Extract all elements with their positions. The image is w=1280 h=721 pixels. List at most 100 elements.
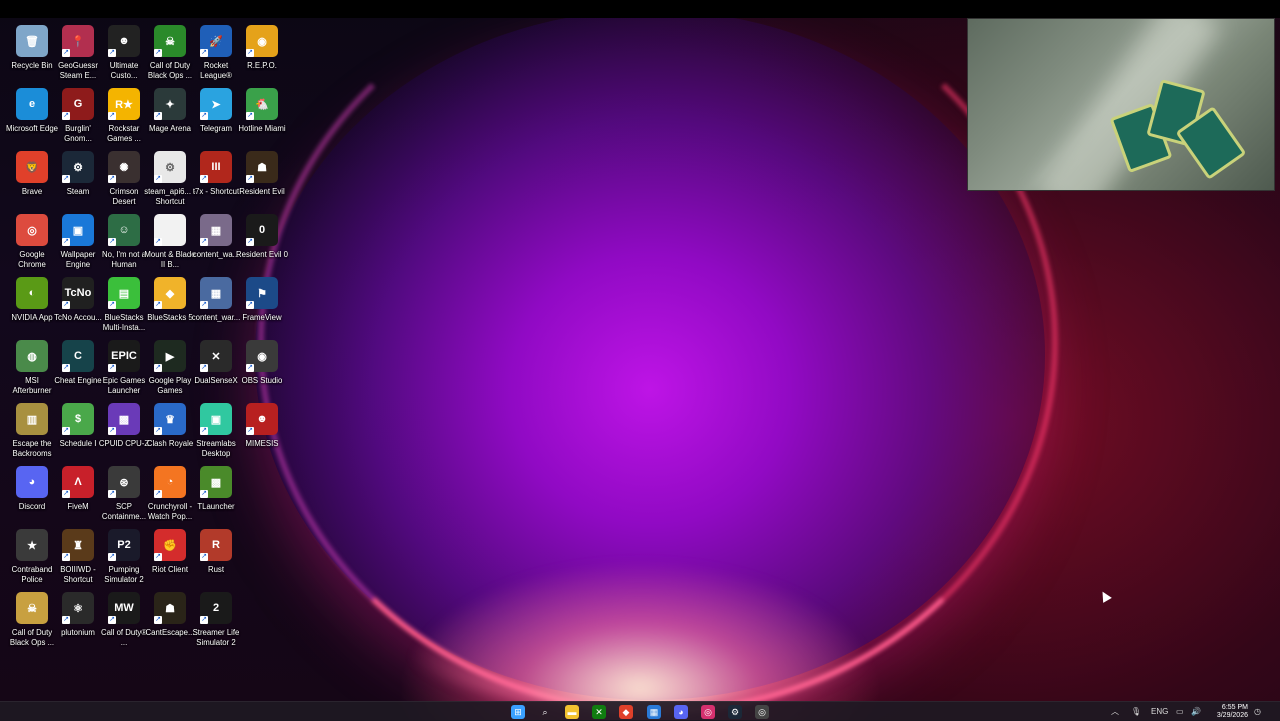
brave-icon: 🦁 (16, 151, 48, 183)
desktop-icon[interactable]: Λ ↗ FiveM (55, 463, 101, 526)
taskbar: ⊞ ⌕ ▬ ✕ ◆ ▦ ◕ ◎ ⚙ ◎ ︿ 🎙 ENG ▭ 🔊 6:55 PM 3/29/2026… (0, 701, 1280, 721)
desktop-icon[interactable]: ▤ ↗ BlueStacks Multi-Insta... (101, 274, 147, 337)
volume-icon[interactable]: 🔊 (1191, 706, 1201, 717)
desktop-icon[interactable]: R ↗ Rust (193, 526, 239, 589)
shortcut-arrow-icon: ↗ (62, 427, 70, 435)
desktop-icon[interactable]: ▦ ↗ content_wa... (193, 211, 239, 274)
desktop-icon[interactable]: ✺ ↗ Crimson Desert (101, 148, 147, 211)
desktop-icon[interactable]: P2 ↗ Pumping Simulator 2 (101, 526, 147, 589)
desktop-icon[interactable]: C ↗ Cheat Engine (54, 337, 102, 400)
shortcut-arrow-icon: ↗ (62, 364, 70, 372)
shortcut-arrow-icon: ↗ (62, 553, 70, 561)
shortcut-arrow-icon: ↗ (62, 112, 70, 120)
desktop-icon[interactable]: ➤ ↗ Telegram (193, 85, 239, 148)
desktop-icon[interactable]: ▣ ↗ Streamlabs Desktop (193, 400, 239, 463)
desktop-icon[interactable]: EPIC ↗ Epic Games Launcher (101, 337, 147, 400)
desktop-icon[interactable]: ☠ Call of Duty Black Ops ... (9, 589, 55, 652)
clock-date: 3/29/2026 (1216, 712, 1248, 719)
xbox-icon[interactable]: ✕ (592, 705, 606, 719)
desktop-icon[interactable]: ⚙ ↗ Steam (55, 148, 101, 211)
file-explorer-icon[interactable]: ▬ (565, 705, 579, 719)
desktop-icon[interactable]: ★ Contraband Police (9, 526, 55, 589)
desktop-icon[interactable]: G ↗ Burglin' Gnom... (55, 85, 101, 148)
desktop-icon[interactable]: ⚛ ↗ plutonium (55, 589, 101, 652)
edge-icon: e (16, 88, 48, 120)
desktop-icon[interactable]: TcNo ↗ TcNo Accou... (54, 274, 102, 337)
desktop-icon-label: Hotline Miami (238, 124, 286, 133)
desktop-icon[interactable]: ▩ ↗ CPUID CPU-Z (99, 400, 149, 463)
desktop-icon[interactable]: $ ↗ Schedule I (55, 400, 101, 463)
discord-taskbar-icon[interactable]: ◕ (674, 705, 688, 719)
shortcut-arrow-icon: ↗ (154, 364, 162, 372)
shortcut-arrow-icon: ↗ (108, 427, 116, 435)
desktop-icon[interactable]: ♜ ↗ BOIIIWD - Shortcut (55, 526, 101, 589)
desktop-icon[interactable]: ✊ ↗ Riot Client (147, 526, 193, 589)
desktop-icon[interactable]: ◎ Google Chrome (9, 211, 55, 274)
desktop-icon[interactable]: R★ ↗ Rockstar Games ... (101, 85, 147, 148)
network-icon[interactable]: ▭ (1176, 706, 1184, 717)
desktop-icon[interactable]: e Microsoft Edge (6, 85, 58, 148)
shortcut-arrow-icon: ↗ (62, 616, 70, 624)
desktop-icon[interactable]: ⊛ ↗ SCP Containme... (101, 463, 147, 526)
chevron-up-icon[interactable]: ︿ (1111, 706, 1119, 717)
desktop-icon[interactable]: III ↗ t7x - Shortcut (193, 148, 239, 211)
escape-backrooms-icon: ▥ (16, 403, 48, 435)
desktop-icon[interactable]: ▣ ↗ Wallpaper Engine (55, 211, 101, 274)
search-icon[interactable]: ⌕ (538, 705, 552, 719)
desktop-icon[interactable]: MW ↗ Call of Duty® ... (101, 589, 147, 652)
microphone-icon[interactable]: 🎙 (1131, 706, 1141, 717)
notification-icon[interactable]: ◷ (1254, 706, 1261, 717)
desktop-icon[interactable]: ◐ NVIDIA App (9, 274, 55, 337)
desktop-icon[interactable]: ☠ ↗ Call of Duty Black Ops ... (147, 22, 193, 85)
clock-time: 6:55 PM (1221, 704, 1248, 711)
desktop-icon[interactable]: ⚙ ↗ steam_api6... - Shortcut (144, 148, 196, 211)
desktop-icon[interactable]: ▥ Escape the Backrooms (9, 400, 55, 463)
desktop-icon[interactable]: 🚀 ↗ Rocket League® (193, 22, 239, 85)
desktop-icon[interactable]: ☻ ↗ MIMESIS (239, 400, 285, 463)
desktop-icon[interactable]: ✕ ↗ DualSenseX (193, 337, 239, 400)
shortcut-arrow-icon: ↗ (62, 49, 70, 57)
desktop-icon[interactable]: ⚑ ↗ FrameView (239, 274, 285, 337)
desktop-icon[interactable]: ▶ ↗ Google Play Games (147, 337, 193, 400)
steam-taskbar-icon[interactable]: ⚙ (728, 705, 742, 719)
desktop-icon[interactable]: ☗ ↗ CantEscape... (146, 589, 194, 652)
clock[interactable]: 6:55 PM 3/29/2026 (1208, 704, 1248, 720)
shortcut-arrow-icon: ↗ (62, 301, 70, 309)
shortcut-arrow-icon: ↗ (108, 175, 116, 183)
desktop-icon[interactable]: 🦁 Brave (9, 148, 55, 211)
desktop-icon[interactable]: ▦ ↗ content_war... (192, 274, 240, 337)
desktop-icon-label: MIMESIS (245, 439, 279, 448)
desktop-icon[interactable]: 🐔 ↗ Hotline Miami (238, 85, 286, 148)
microsoft-store-icon[interactable]: ▦ (647, 705, 661, 719)
desktop-icon[interactable]: ◍ MSI Afterburner (9, 337, 55, 400)
webcam-card-pattern (1109, 79, 1248, 180)
desktop-icon[interactable]: ♛ ↗ Clash Royale (147, 400, 193, 463)
desktop-icon[interactable]: 0 ↗ Resident Evil 0 (236, 211, 288, 274)
desktop-icon-label: FrameView (242, 313, 282, 322)
instagram-icon[interactable]: ◎ (701, 705, 715, 719)
brave-taskbar-icon[interactable]: ◆ (619, 705, 633, 719)
desktop-icon[interactable]: 📍 ↗ GeoGuessr Steam E... (55, 22, 101, 85)
desktop-wallpaper: 🗑 Recycle Bin 📍 ↗ GeoGuessr Steam E... ☻ ↗ Ulti… (0, 0, 1280, 720)
desktop-icon[interactable]: ◉ ↗ R.E.P.O. (239, 22, 285, 85)
desktop-icon[interactable]: ✦ ↗ Mage Arena (147, 85, 193, 148)
desktop-icon[interactable]: ☻ ↗ Ultimate Custo... (101, 22, 147, 85)
desktop-icon-label: OBS Studio (241, 376, 283, 385)
desktop-icon[interactable]: ◉ ↗ OBS Studio (239, 337, 285, 400)
desktop-icon[interactable]: ◔ ↗ Crunchyroll - Watch Pop... (147, 463, 193, 526)
desktop-icon[interactable]: ☗ ↗ Resident Evil (239, 148, 285, 211)
start-button[interactable]: ⊞ (511, 705, 525, 719)
shortcut-arrow-icon: ↗ (200, 175, 208, 183)
shortcut-arrow-icon: ↗ (246, 49, 254, 57)
desktop-icon[interactable]: ◆ ↗ BlueStacks 5 (147, 274, 193, 337)
desktop-icon[interactable]: 🗑 Recycle Bin (9, 22, 55, 85)
chrome-taskbar-icon[interactable]: ◎ (755, 705, 769, 719)
desktop-icon[interactable]: ☺ ↗ No, I'm not a Human (101, 211, 147, 274)
contraband-police-icon: ★ (16, 529, 48, 561)
desktop-icon[interactable]: ↗ Mount & Blade II B... (144, 211, 196, 274)
desktop-icon[interactable]: 2 ↗ Streamer Life Simulator 2 (193, 589, 239, 652)
shortcut-arrow-icon: ↗ (108, 49, 116, 57)
desktop-icon[interactable]: ◕ Discord (9, 463, 55, 526)
language-indicator[interactable]: ENG (1151, 706, 1168, 717)
desktop-icon[interactable]: ▩ ↗ TLauncher (193, 463, 239, 526)
